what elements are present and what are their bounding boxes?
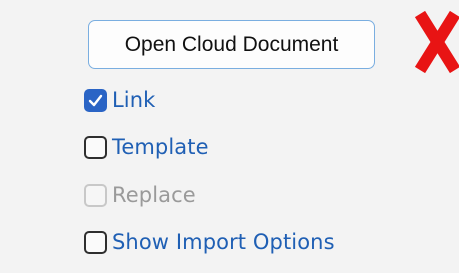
open-cloud-document-button[interactable]: Open Cloud Document [88,20,375,69]
link-option[interactable]: Link [84,85,155,115]
replace-label: Replace [112,183,196,207]
template-option[interactable]: Template [84,132,209,162]
link-checkbox[interactable] [84,88,107,112]
replace-option: Replace [84,180,196,210]
template-checkbox[interactable] [84,135,107,159]
replace-checkbox [84,183,107,207]
link-label[interactable]: Link [112,88,155,112]
show-import-options-option[interactable]: Show Import Options [84,227,335,257]
checkmark-icon [88,94,103,106]
template-label[interactable]: Template [112,135,209,159]
show-import-options-label[interactable]: Show Import Options [112,230,335,254]
show-import-options-checkbox[interactable] [84,230,107,254]
close-icon[interactable] [414,6,459,78]
